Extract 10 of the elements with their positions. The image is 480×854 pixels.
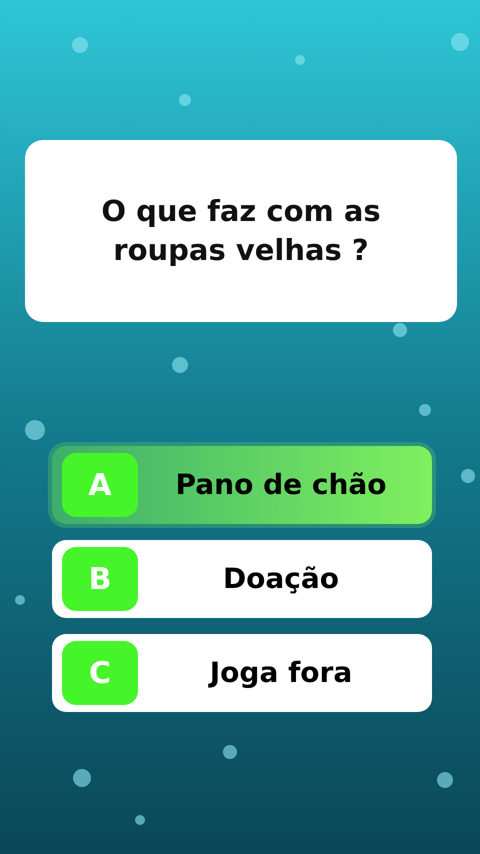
- answer-option[interactable]: A Pano de chão: [52, 446, 432, 524]
- option-text: Pano de chão: [174, 467, 388, 503]
- option-letter: A: [62, 453, 138, 517]
- answer-option[interactable]: C Joga fora: [52, 634, 432, 712]
- option-text: Doação: [222, 561, 340, 597]
- option-letter: C: [62, 641, 138, 705]
- question-text: O que faz com as roupas velhas ?: [100, 192, 382, 269]
- option-text: Joga fora: [207, 655, 354, 691]
- option-letter: B: [62, 547, 138, 611]
- answer-option[interactable]: B Doação: [52, 540, 432, 618]
